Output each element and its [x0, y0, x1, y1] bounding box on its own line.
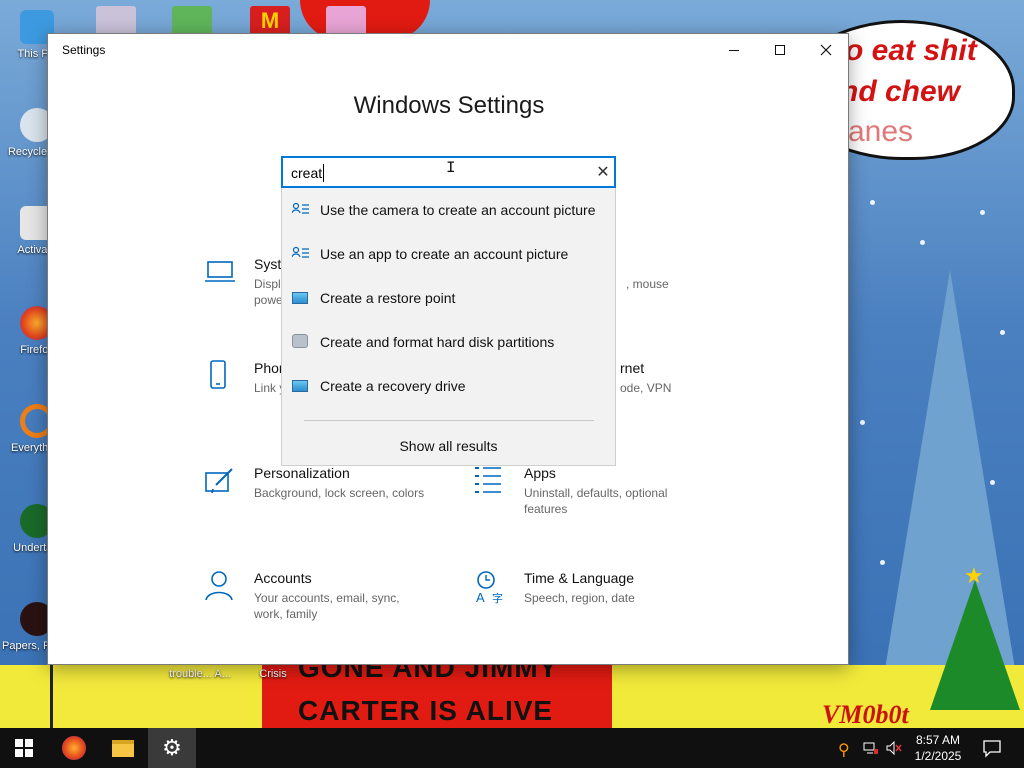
monitor-icon — [292, 290, 310, 306]
start-button[interactable] — [0, 728, 48, 768]
account-list-icon — [292, 246, 309, 258]
close-icon — [820, 44, 832, 56]
suggestion-item[interactable]: Create a recovery drive — [282, 364, 615, 408]
taskbar: ⚙ ⚲ 8:57 AM 1/2/2025 — [0, 728, 1024, 768]
svg-text:字: 字 — [492, 591, 503, 604]
artist-signature: VM0b0t — [822, 700, 909, 728]
bubble-text-line3: anes — [848, 115, 914, 148]
volume-muted-icon[interactable] — [886, 740, 902, 756]
window-title: Settings — [62, 43, 106, 57]
suggestion-item[interactable]: Create a restore point — [282, 276, 615, 320]
category-title: Personalization — [254, 465, 350, 481]
notification-icon — [983, 740, 1001, 758]
paint-icon — [205, 468, 233, 494]
person-icon — [205, 571, 233, 601]
apps-list-icon — [475, 467, 501, 493]
category-description: Your accounts, email, sync, work, family — [254, 591, 400, 621]
suggestion-item[interactable]: Create and format hard disk partitions — [282, 320, 615, 364]
settings-window: Settings Windows Settings Syste Displ po… — [47, 33, 849, 665]
text-caret — [323, 164, 324, 182]
snowflake — [860, 420, 865, 425]
taskbar-clock[interactable]: 8:57 AM 1/2/2025 — [908, 732, 968, 764]
desktop-thumbnail[interactable] — [172, 6, 212, 36]
desktop-icon-crisis[interactable]: Crisis — [238, 668, 308, 680]
snowflake — [870, 200, 875, 205]
category-description: Background, lock screen, colors — [254, 486, 425, 500]
folder-icon — [112, 739, 134, 757]
gear-icon: ⚙ — [162, 735, 182, 760]
snowflake — [980, 210, 985, 215]
laptop-icon — [205, 261, 235, 282]
christmas-tree — [930, 580, 1020, 710]
suggestion-label: Use an app to create an account picture — [320, 246, 569, 262]
desktop-thumbnail[interactable] — [326, 6, 366, 36]
clock-date: 1/2/2025 — [914, 749, 962, 763]
search-tray-icon[interactable]: ⚲ — [838, 740, 854, 759]
category-title: Time & Language — [524, 570, 634, 586]
ibeam-cursor-icon: I — [446, 159, 456, 177]
category-description: Uninstall, defaults, optional features — [524, 486, 668, 516]
category-description: ode, VPN — [620, 381, 672, 395]
action-center-button[interactable] — [982, 738, 1002, 758]
suggestion-label: Create a recovery drive — [320, 378, 466, 394]
suggestion-label: Create a restore point — [320, 290, 456, 306]
star-icon: ★ — [964, 563, 984, 588]
mcdonalds-icon[interactable]: M — [250, 6, 290, 36]
category-description: , mouse — [626, 277, 669, 291]
category-time-language[interactable]: A 字 Time & Language Speech, region, date — [474, 570, 714, 640]
windows-logo-icon — [15, 739, 33, 757]
suggestion-item[interactable]: Use an app to create an account picture — [282, 232, 615, 276]
minimize-icon — [729, 49, 739, 51]
category-title: Accounts — [254, 570, 312, 586]
window-titlebar[interactable]: Settings — [48, 34, 848, 66]
suggestions-divider — [304, 420, 594, 421]
snowflake — [920, 240, 925, 245]
maximize-icon — [775, 45, 785, 55]
desktop-icon-trouble[interactable]: trouble... A... — [160, 668, 240, 680]
suggestion-label: Create and format hard disk partitions — [320, 334, 555, 350]
category-title: rnet — [620, 360, 645, 376]
category-personalization[interactable]: Personalization Background, lock screen,… — [204, 465, 444, 535]
category-description: Speech, region, date — [524, 591, 635, 605]
svg-text:A: A — [476, 590, 485, 604]
close-button[interactable] — [803, 34, 849, 66]
network-icon[interactable] — [863, 740, 879, 756]
desktop-thumbnail[interactable] — [96, 6, 136, 36]
disk-management-icon — [292, 334, 310, 350]
category-accounts[interactable]: Accounts Your accounts, email, sync, wor… — [204, 570, 444, 640]
suggestion-label: Use the camera to create an account pict… — [320, 202, 596, 218]
taskbar-settings[interactable]: ⚙ — [148, 728, 196, 768]
category-apps[interactable]: Apps Uninstall, defaults, optional featu… — [474, 465, 714, 535]
taskbar-file-explorer[interactable] — [99, 728, 147, 768]
time-language-icon: A 字 — [476, 571, 503, 604]
bubble-text-line2: nd chew — [840, 75, 961, 108]
monitor-icon — [292, 378, 310, 394]
bubble-text-line1: o eat shit — [845, 34, 977, 67]
phone-icon — [210, 360, 226, 389]
search-suggestions: Use the camera to create an account pict… — [281, 188, 616, 466]
taskbar-firefox[interactable] — [50, 728, 98, 768]
settings-search-input[interactable] — [291, 162, 581, 184]
banner-text-line2: CARTER IS ALIVE — [298, 695, 554, 726]
firefox-icon — [62, 736, 86, 760]
minimize-button[interactable] — [711, 34, 757, 66]
clock-time: 8:57 AM — [915, 733, 961, 747]
show-all-results-button[interactable]: Show all results — [282, 428, 615, 464]
account-list-icon — [292, 202, 309, 214]
maximize-button[interactable] — [757, 34, 803, 66]
page-title: Windows Settings — [353, 92, 545, 119]
category-title: Apps — [524, 465, 556, 481]
clear-search-icon[interactable]: ✕ — [593, 162, 613, 184]
suggestion-item[interactable]: Use the camera to create an account pict… — [282, 188, 615, 232]
